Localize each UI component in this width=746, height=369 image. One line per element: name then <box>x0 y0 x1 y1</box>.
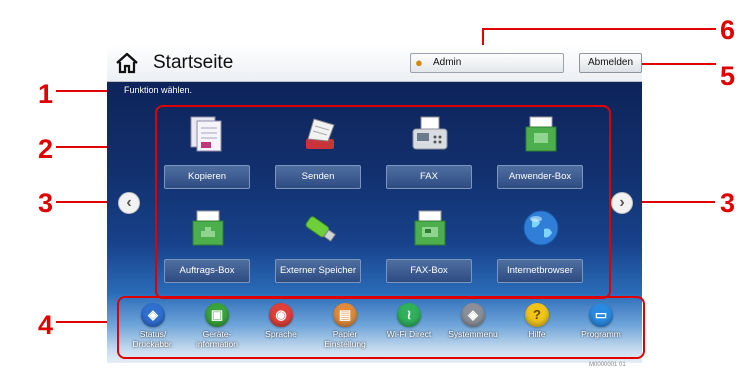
taskbar-language[interactable]: ◉ Sprache <box>249 300 313 358</box>
tile-fax-box[interactable]: FAX-Box <box>386 203 472 293</box>
paper-icon: ▤ <box>333 303 357 327</box>
tile-send[interactable]: Senden <box>275 109 361 199</box>
admin-label: Admin <box>433 57 462 68</box>
tile-job-box[interactable]: Auftrags-Box <box>164 203 250 293</box>
device-info-icon: ▣ <box>205 303 229 327</box>
tile-label: FAX <box>386 165 472 189</box>
taskbar-label: Wi-Fi Direct <box>386 329 432 339</box>
taskbar-system-menu[interactable]: ◈ Systemmenu <box>441 300 505 358</box>
callout-5: 5 <box>720 61 736 91</box>
instruction-text: Funktion wählen. <box>124 85 193 95</box>
user-box-icon <box>525 116 557 152</box>
send-icon <box>306 118 335 149</box>
figure-id: M0000001 01 <box>589 362 626 368</box>
taskbar-wifi-direct[interactable]: ≀ Wi-Fi Direct <box>377 300 441 358</box>
taskbar-help[interactable]: ? Hilfe <box>505 300 569 358</box>
taskbar-device-info[interactable]: ▣ Geräte- information <box>185 300 249 358</box>
top-bar: Startseite ● Admin Abmelden <box>107 45 642 82</box>
admin-button[interactable]: ● Admin <box>410 53 564 73</box>
callout-6-line <box>482 28 716 30</box>
program-icon: ▭ <box>589 303 613 327</box>
user-icon: ● <box>415 55 423 70</box>
globe-icon <box>523 210 559 246</box>
tile-label: Auftrags-Box <box>164 259 250 283</box>
taskbar-label: Sprache <box>265 329 297 339</box>
callout-5-line <box>640 63 716 65</box>
usb-drive-icon <box>305 216 336 242</box>
callout-3-right-line <box>633 201 715 203</box>
next-page-button[interactable]: › <box>611 192 633 214</box>
taskbar-label: Hilfe <box>528 329 546 339</box>
callout-3-left: 3 <box>38 188 54 218</box>
tile-label: FAX-Box <box>386 259 472 283</box>
tile-external-memory[interactable]: Externer Speicher <box>275 203 361 293</box>
taskbar-label: Papier Einstellung <box>324 329 366 349</box>
fax-icon <box>412 116 448 150</box>
device-screen: Startseite ● Admin Abmelden Funktion wäh… <box>107 45 645 363</box>
fax-box-icon <box>414 210 446 246</box>
taskbar-label: Programm <box>581 329 621 339</box>
copy-icon <box>190 116 222 152</box>
taskbar-status[interactable]: ◈ Status/ Druckabbr. <box>121 300 185 358</box>
tile-fax[interactable]: FAX <box>386 109 472 199</box>
tile-label: Senden <box>275 165 361 189</box>
taskbar-program[interactable]: ▭ Programm <box>569 300 633 358</box>
job-box-icon <box>192 210 224 246</box>
callout-3-right: 3 <box>720 188 736 218</box>
taskbar-label: Status/ Druckabbr. <box>132 329 174 349</box>
callout-1: 1 <box>38 79 54 109</box>
taskbar-label: Systemmenu <box>448 329 498 339</box>
function-grid: Kopieren Senden FAX Anwender-Box Auftrag… <box>155 105 611 299</box>
wifi-direct-icon: ≀ <box>397 303 421 327</box>
tile-label: Internetbrowser <box>497 259 583 283</box>
home-icon[interactable] <box>115 52 139 74</box>
tile-user-box[interactable]: Anwender-Box <box>497 109 583 199</box>
taskbar-label: Geräte- information <box>195 329 239 349</box>
taskbar: ◈ Status/ Druckabbr. ▣ Geräte- informati… <box>117 296 645 359</box>
language-icon: ◉ <box>269 303 293 327</box>
callout-2: 2 <box>38 134 54 164</box>
tile-copy[interactable]: Kopieren <box>164 109 250 199</box>
tile-label: Kopieren <box>164 165 250 189</box>
tile-internet-browser[interactable]: Internetbrowser <box>497 203 583 293</box>
tile-label: Anwender-Box <box>497 165 583 189</box>
help-icon: ? <box>525 303 549 327</box>
tile-label: Externer Speicher <box>275 259 361 283</box>
callout-4: 4 <box>38 310 54 340</box>
logout-button[interactable]: Abmelden <box>579 53 642 73</box>
callout-6: 6 <box>720 15 736 45</box>
system-menu-icon: ◈ <box>461 303 485 327</box>
taskbar-paper-settings[interactable]: ▤ Papier Einstellung <box>313 300 377 358</box>
status-icon: ◈ <box>141 303 165 327</box>
previous-page-button[interactable]: ‹ <box>118 192 140 214</box>
page-title: Startseite <box>153 52 234 73</box>
